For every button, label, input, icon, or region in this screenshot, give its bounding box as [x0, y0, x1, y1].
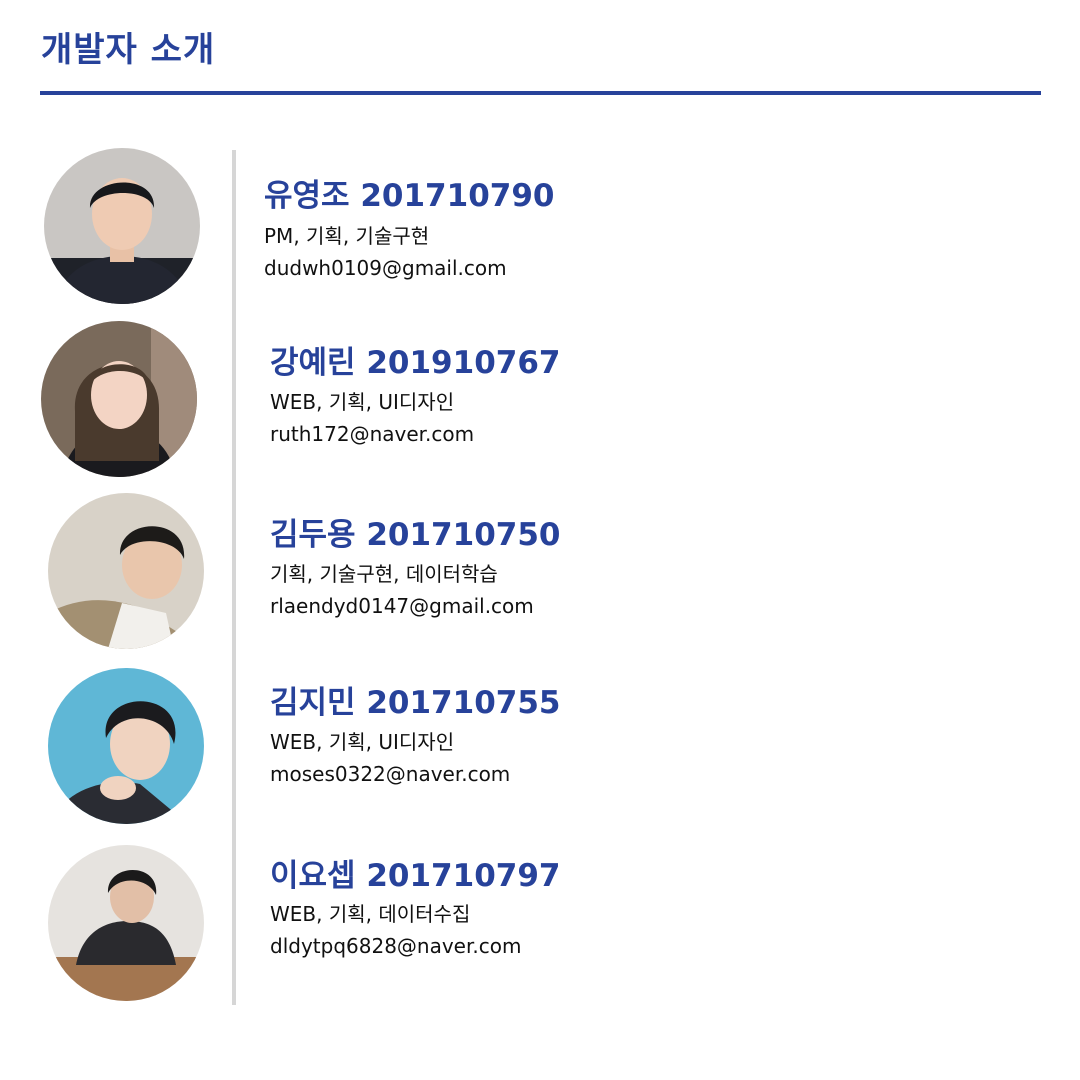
- avatar-5: [48, 845, 204, 1001]
- member-role: WEB, 기획, UI디자인: [270, 390, 455, 414]
- profile-photo-icon: [44, 148, 200, 304]
- member-card-5: 이요셉 201710797 WEB, 기획, 데이터수집 dldytpq6828…: [0, 840, 1080, 1010]
- member-email: rlaendyd0147@gmail.com: [270, 594, 534, 618]
- member-email: ruth172@naver.com: [270, 422, 475, 446]
- avatar-3: [48, 493, 204, 649]
- member-email: moses0322@naver.com: [270, 762, 511, 786]
- avatar-2: [41, 321, 197, 477]
- page-title: 개발자 소개: [41, 30, 216, 70]
- member-name: 김지민 201710755: [270, 685, 561, 721]
- member-name: 김두용 201710750: [270, 517, 561, 553]
- member-name: 이요셉 201710797: [270, 858, 561, 894]
- member-card-4: 김지민 201710755 WEB, 기획, UI디자인 moses0322@n…: [0, 660, 1080, 830]
- profile-photo-icon: [41, 321, 197, 477]
- member-card-2: 강예린 201910767 WEB, 기획, UI디자인 ruth172@nav…: [0, 316, 1080, 486]
- profile-photo-icon: [48, 845, 204, 1001]
- member-card-1: 유영조 201710790 PM, 기획, 기술구현 dudwh0109@gma…: [0, 146, 1080, 316]
- member-role: WEB, 기획, 데이터수집: [270, 902, 471, 926]
- member-email: dldytpq6828@naver.com: [270, 934, 522, 958]
- member-email: dudwh0109@gmail.com: [264, 256, 507, 280]
- member-name: 강예린 201910767: [270, 345, 561, 381]
- member-role: PM, 기획, 기술구현: [264, 224, 430, 248]
- member-role: WEB, 기획, UI디자인: [270, 730, 455, 754]
- avatar-4: [48, 668, 204, 824]
- title-underline: [40, 91, 1041, 95]
- avatar-1: [44, 148, 200, 304]
- profile-photo-icon: [48, 493, 204, 649]
- member-name: 유영조 201710790: [264, 178, 555, 214]
- member-role: 기획, 기술구현, 데이터학습: [270, 562, 498, 586]
- profile-photo-icon: [48, 668, 204, 824]
- member-card-3: 김두용 201710750 기획, 기술구현, 데이터학습 rlaendyd01…: [0, 488, 1080, 658]
